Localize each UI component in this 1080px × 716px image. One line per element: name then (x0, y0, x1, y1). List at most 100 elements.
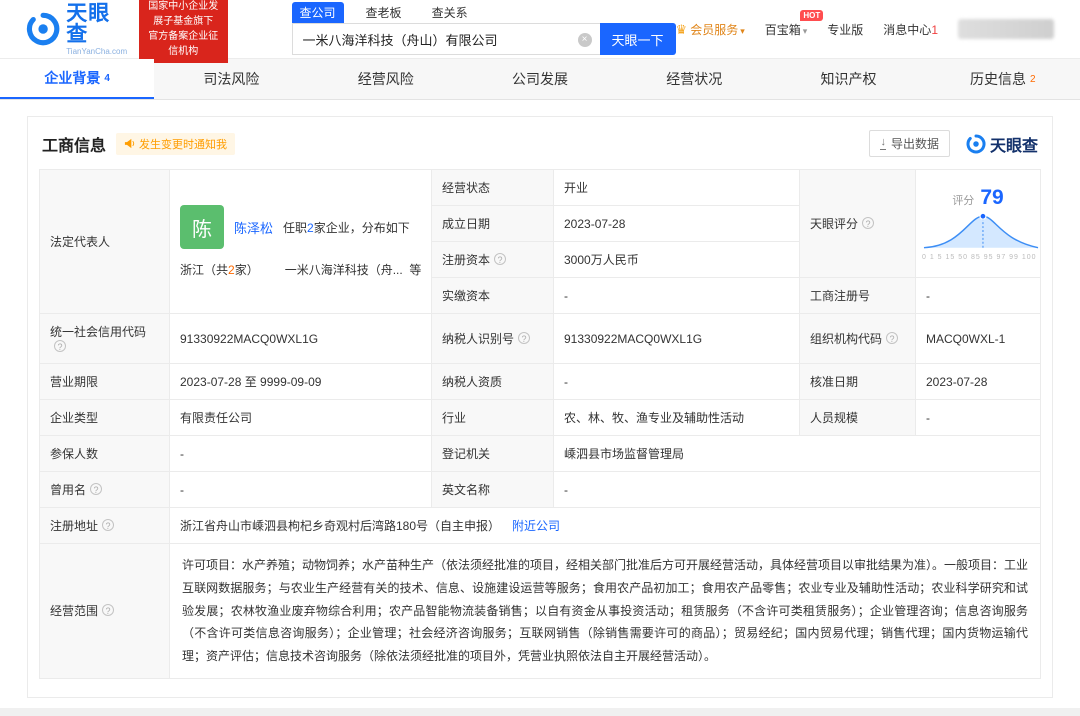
field-paid-capital-value: - (553, 277, 800, 314)
search-tab-company[interactable]: 查公司 (291, 2, 344, 23)
info-icon[interactable]: ? (518, 332, 531, 344)
gov-badge-line1: 国家中小企业发展子基金旗下 (148, 1, 219, 27)
field-industry-value: 农、林、牧、渔专业及辅助性活动 (553, 399, 800, 436)
business-info-table: 法定代表人 陈 陈泽松 任职2家企业，分布如下 浙江（共2家） 一米八海洋科技（… (39, 169, 1041, 679)
tab-company-development[interactable]: 公司发展 (463, 59, 617, 99)
field-credit-code-value: 91330922MACQ0WXL1G (169, 313, 432, 364)
tab-intellectual-property[interactable]: 知识产权 (771, 59, 925, 99)
search-tabs: 查公司 查老板 查关系 (291, 2, 676, 23)
clear-icon[interactable]: × (577, 33, 592, 47)
address-text: 浙江省舟山市嵊泗县枸杞乡奇观村后湾路180号（自主申报） (180, 519, 501, 533)
search-input-wrap: × (291, 23, 600, 55)
field-term-label: 营业期限 (39, 363, 170, 400)
tianyancha-logo[interactable]: 天眼查 TianYanCha.com (26, 3, 129, 56)
field-reg-no-label: 工商注册号 (799, 277, 916, 314)
legal-rep-distribution: 浙江（共2家） 一米八海洋科技（舟... 等 (180, 261, 421, 278)
logo-text: 天眼查 TianYanCha.com (66, 3, 129, 56)
header-right: ♛ 会员服务 ▾ 百宝箱 ▾ HOT 专业版 消息中心1 (676, 9, 1054, 39)
page-bottom-strip (0, 707, 1080, 716)
pro-version-link[interactable]: 专业版 (827, 21, 863, 38)
legal-rep-name-link[interactable]: 陈泽松 (234, 218, 273, 237)
notify-on-change-button[interactable]: 发生变更时通知我 (116, 132, 236, 155)
tab-operation-risk[interactable]: 经营风险 (309, 59, 463, 99)
search-input[interactable] (292, 24, 600, 54)
legal-rep-avatar: 陈 (180, 205, 224, 249)
field-reg-no-value: - (915, 277, 1041, 314)
field-staff-value: - (915, 399, 1041, 436)
field-taxpayer-quality-label: 纳税人资质 (431, 363, 554, 400)
gov-badge-line2: 官方备案企业征信机构 (148, 31, 219, 57)
field-reg-capital-label: 注册资本? (431, 241, 554, 278)
field-english-name-value: - (553, 471, 1041, 508)
field-score-label: 天眼评分? (799, 169, 916, 278)
crown-icon: ♛ (675, 21, 688, 37)
export-data-button[interactable]: ↓ 导出数据 (869, 130, 950, 157)
brand-domain: TianYanCha.com (66, 46, 128, 56)
message-count-badge: 1 (931, 22, 938, 37)
nearby-companies-link[interactable]: 附近公司 (512, 517, 560, 534)
field-approved-value: 2023-07-28 (915, 363, 1041, 400)
field-english-name-label: 英文名称 (431, 471, 554, 508)
field-former-name-label: 曾用名? (39, 471, 170, 508)
score-caption: 评分 (952, 195, 975, 207)
field-reg-capital-value: 3000万人民币 (553, 241, 800, 278)
field-org-code-value: MACQ0WXL-1 (915, 313, 1041, 364)
field-address-label: 注册地址? (39, 507, 170, 544)
info-icon[interactable]: ? (54, 340, 66, 352)
info-icon[interactable]: ? (494, 253, 507, 265)
card-header: 工商信息 发生变更时通知我 ↓ 导出数据 天眼查 (39, 130, 1041, 157)
score-value: 79 (980, 186, 1004, 209)
field-former-name-value: - (169, 471, 432, 508)
legal-rep-region: 浙江（共2家） (180, 263, 259, 277)
hot-badge: HOT (800, 9, 824, 21)
field-legal-rep-label: 法定代表人 (39, 169, 170, 314)
field-taxpayer-id-label: 纳税人识别号? (431, 313, 554, 364)
search-tab-relation[interactable]: 查关系 (424, 2, 476, 23)
info-icon[interactable]: ? (862, 217, 875, 229)
toolbox-menu[interactable]: 百宝箱 ▾ HOT (765, 9, 824, 38)
info-icon[interactable]: ? (102, 604, 115, 617)
tab-judicial-risk[interactable]: 司法风险 (154, 59, 308, 99)
tab-operation-status[interactable]: 经营状况 (617, 59, 771, 99)
search-button[interactable]: 天眼一下 (599, 23, 676, 55)
field-type-value: 有限责任公司 (169, 399, 432, 436)
info-icon[interactable]: ? (886, 332, 899, 344)
field-status-value: 开业 (553, 169, 800, 206)
field-staff-label: 人员规模 (799, 399, 916, 436)
field-address-value: 浙江省舟山市嵊泗县枸杞乡奇观村后湾路180号（自主申报） 附近公司 (169, 507, 1041, 544)
field-paid-capital-label: 实缴资本 (431, 277, 554, 314)
field-term-value: 2023-07-28 至 9999-09-09 (169, 363, 432, 400)
tianyancha-watermark: 天眼查 (966, 132, 1038, 156)
tab-business-background[interactable]: 企业背景 4 (0, 59, 155, 99)
tab-history-info[interactable]: 历史信息 2 (926, 59, 1080, 99)
info-icon[interactable]: ? (90, 483, 103, 495)
field-founded-label: 成立日期 (431, 205, 554, 242)
brand-name: 天眼查 (66, 1, 111, 46)
tianyancha-logo-icon (26, 12, 60, 46)
field-type-label: 企业类型 (39, 399, 170, 436)
score-curve-chart (923, 212, 1039, 249)
business-info-card: 工商信息 发生变更时通知我 ↓ 导出数据 天眼查 法定代表人 陈 陈泽松 任职2… (27, 116, 1053, 698)
vip-service-menu[interactable]: ♛ 会员服务 ▾ (676, 21, 745, 38)
field-credit-code-label: 统一社会信用代码? (39, 313, 170, 364)
gov-badge: 国家中小企业发展子基金旗下 官方备案企业征信机构 (138, 0, 228, 63)
field-scope-label: 经营范围? (39, 543, 170, 679)
field-insured-label: 参保人数 (39, 435, 170, 472)
section-title: 工商信息 (42, 137, 107, 155)
field-status-label: 经营状态 (431, 169, 554, 206)
search-tab-boss[interactable]: 查老板 (358, 2, 410, 23)
field-taxpayer-quality-value: - (553, 363, 800, 400)
tianyancha-watermark-icon (966, 134, 986, 153)
search-block: 查公司 查老板 查关系 × 天眼一下 (291, 2, 676, 55)
field-insured-value: - (169, 435, 432, 472)
user-account-blurred[interactable] (958, 19, 1054, 39)
score-axis-ticks: 0 1 5 15 50 85 95 97 99 100 (922, 254, 1037, 261)
info-icon[interactable]: ? (102, 519, 115, 531)
top-bar: 天眼查 TianYanCha.com 国家中小企业发展子基金旗下 官方备案企业征… (0, 0, 1080, 63)
message-center-link[interactable]: 消息中心1 (883, 21, 938, 38)
company-nav-tabs: 企业背景 4 司法风险 经营风险 公司发展 经营状况 知识产权 历史信息 2 (0, 58, 1080, 100)
legal-rep-desc: 任职2家企业，分布如下 (283, 220, 410, 235)
legal-rep-company-more[interactable]: 一米八海洋科技（舟... 等 (285, 261, 422, 278)
download-icon: ↓ (880, 136, 886, 150)
megaphone-icon (124, 138, 135, 149)
